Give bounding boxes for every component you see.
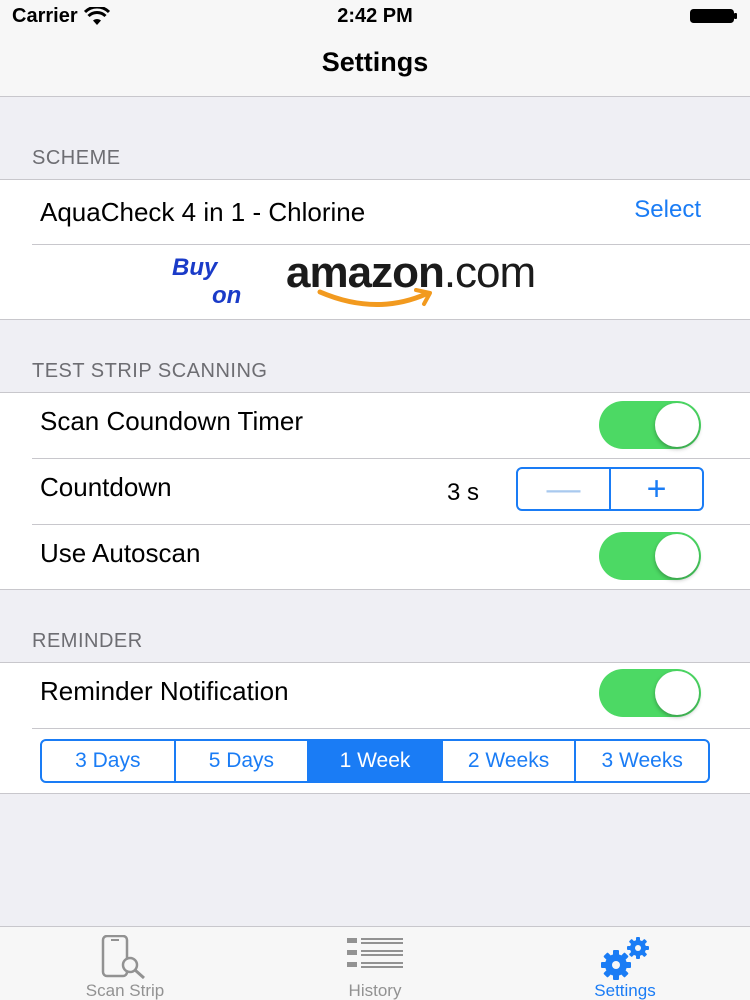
amazon-banner[interactable]: Buy on amazon.com bbox=[170, 248, 610, 312]
top-bar: Carrier 2:42 PM Settings bbox=[0, 0, 750, 97]
amazon-buy-text: Buy bbox=[172, 254, 218, 281]
tab-label: Scan Strip bbox=[85, 981, 165, 1000]
status-time: 2:42 PM bbox=[337, 5, 413, 27]
row-divider bbox=[32, 244, 750, 245]
tab-settings[interactable]: Settings bbox=[500, 927, 750, 1000]
select-scheme-button[interactable]: Select bbox=[634, 196, 701, 224]
toggle-knob bbox=[655, 671, 699, 715]
tab-history[interactable]: History bbox=[250, 927, 500, 1000]
gears-icon bbox=[601, 937, 649, 980]
segment-3-days[interactable]: 3 Days bbox=[42, 741, 176, 781]
section-header-scheme: SCHEME bbox=[32, 147, 121, 169]
segment-3-weeks[interactable]: 3 Weeks bbox=[576, 741, 708, 781]
amazon-on-text: on bbox=[212, 282, 242, 309]
reminder-notification-row: Reminder Notification bbox=[0, 663, 750, 728]
status-bar: Carrier 2:42 PM bbox=[0, 0, 750, 32]
toggle-knob bbox=[655, 403, 699, 447]
toggle-knob bbox=[655, 534, 699, 578]
amazon-tld: .com bbox=[443, 248, 536, 297]
reminder-group: Reminder Notification 3 Days 5 Days 1 We… bbox=[0, 662, 750, 794]
phone-magnifier-icon bbox=[101, 935, 145, 979]
tab-bar: Scan Strip History Settings bbox=[0, 926, 750, 1000]
decrement-button[interactable]: — bbox=[518, 469, 611, 509]
countdown-value: 3 s bbox=[447, 479, 480, 506]
tab-label: Settings bbox=[594, 981, 656, 1000]
section-header-reminder: REMINDER bbox=[32, 630, 143, 652]
row-divider bbox=[32, 728, 750, 729]
countdown-timer-toggle[interactable] bbox=[599, 401, 701, 449]
countdown-label: Countdown bbox=[40, 472, 172, 502]
countdown-timer-label: Scan Coundown Timer bbox=[40, 406, 304, 436]
increment-button[interactable]: + bbox=[611, 469, 702, 509]
segment-5-days[interactable]: 5 Days bbox=[176, 741, 310, 781]
segment-1-week[interactable]: 1 Week bbox=[309, 741, 443, 781]
test-strip-group: Scan Coundown Timer Countdown 3 s — + Us… bbox=[0, 392, 750, 590]
section-header-test-strip: TEST STRIP SCANNING bbox=[32, 360, 268, 382]
scheme-name: AquaCheck 4 in 1 - Chlorine bbox=[40, 197, 366, 227]
autoscan-label: Use Autoscan bbox=[40, 538, 201, 568]
countdown-stepper: — + bbox=[516, 467, 704, 511]
tab-label: History bbox=[348, 981, 402, 1000]
amazon-smile-icon bbox=[317, 288, 432, 307]
segment-2-weeks[interactable]: 2 Weeks bbox=[443, 741, 577, 781]
scheme-row[interactable]: AquaCheck 4 in 1 - Chlorine Select bbox=[0, 180, 750, 244]
page-title: Settings bbox=[321, 47, 429, 77]
list-icon bbox=[347, 938, 403, 968]
countdown-timer-row: Scan Coundown Timer bbox=[0, 393, 750, 458]
tab-scan-strip[interactable]: Scan Strip bbox=[0, 927, 250, 1000]
autoscan-toggle[interactable] bbox=[599, 532, 701, 580]
reminder-interval-segmented-control: 3 Days 5 Days 1 Week 2 Weeks 3 Weeks bbox=[40, 739, 710, 783]
countdown-row: Countdown 3 s — + bbox=[0, 459, 750, 524]
battery-icon bbox=[690, 9, 737, 23]
reminder-notification-label: Reminder Notification bbox=[40, 676, 289, 706]
reminder-notification-toggle[interactable] bbox=[599, 669, 701, 717]
autoscan-row: Use Autoscan bbox=[0, 525, 750, 590]
